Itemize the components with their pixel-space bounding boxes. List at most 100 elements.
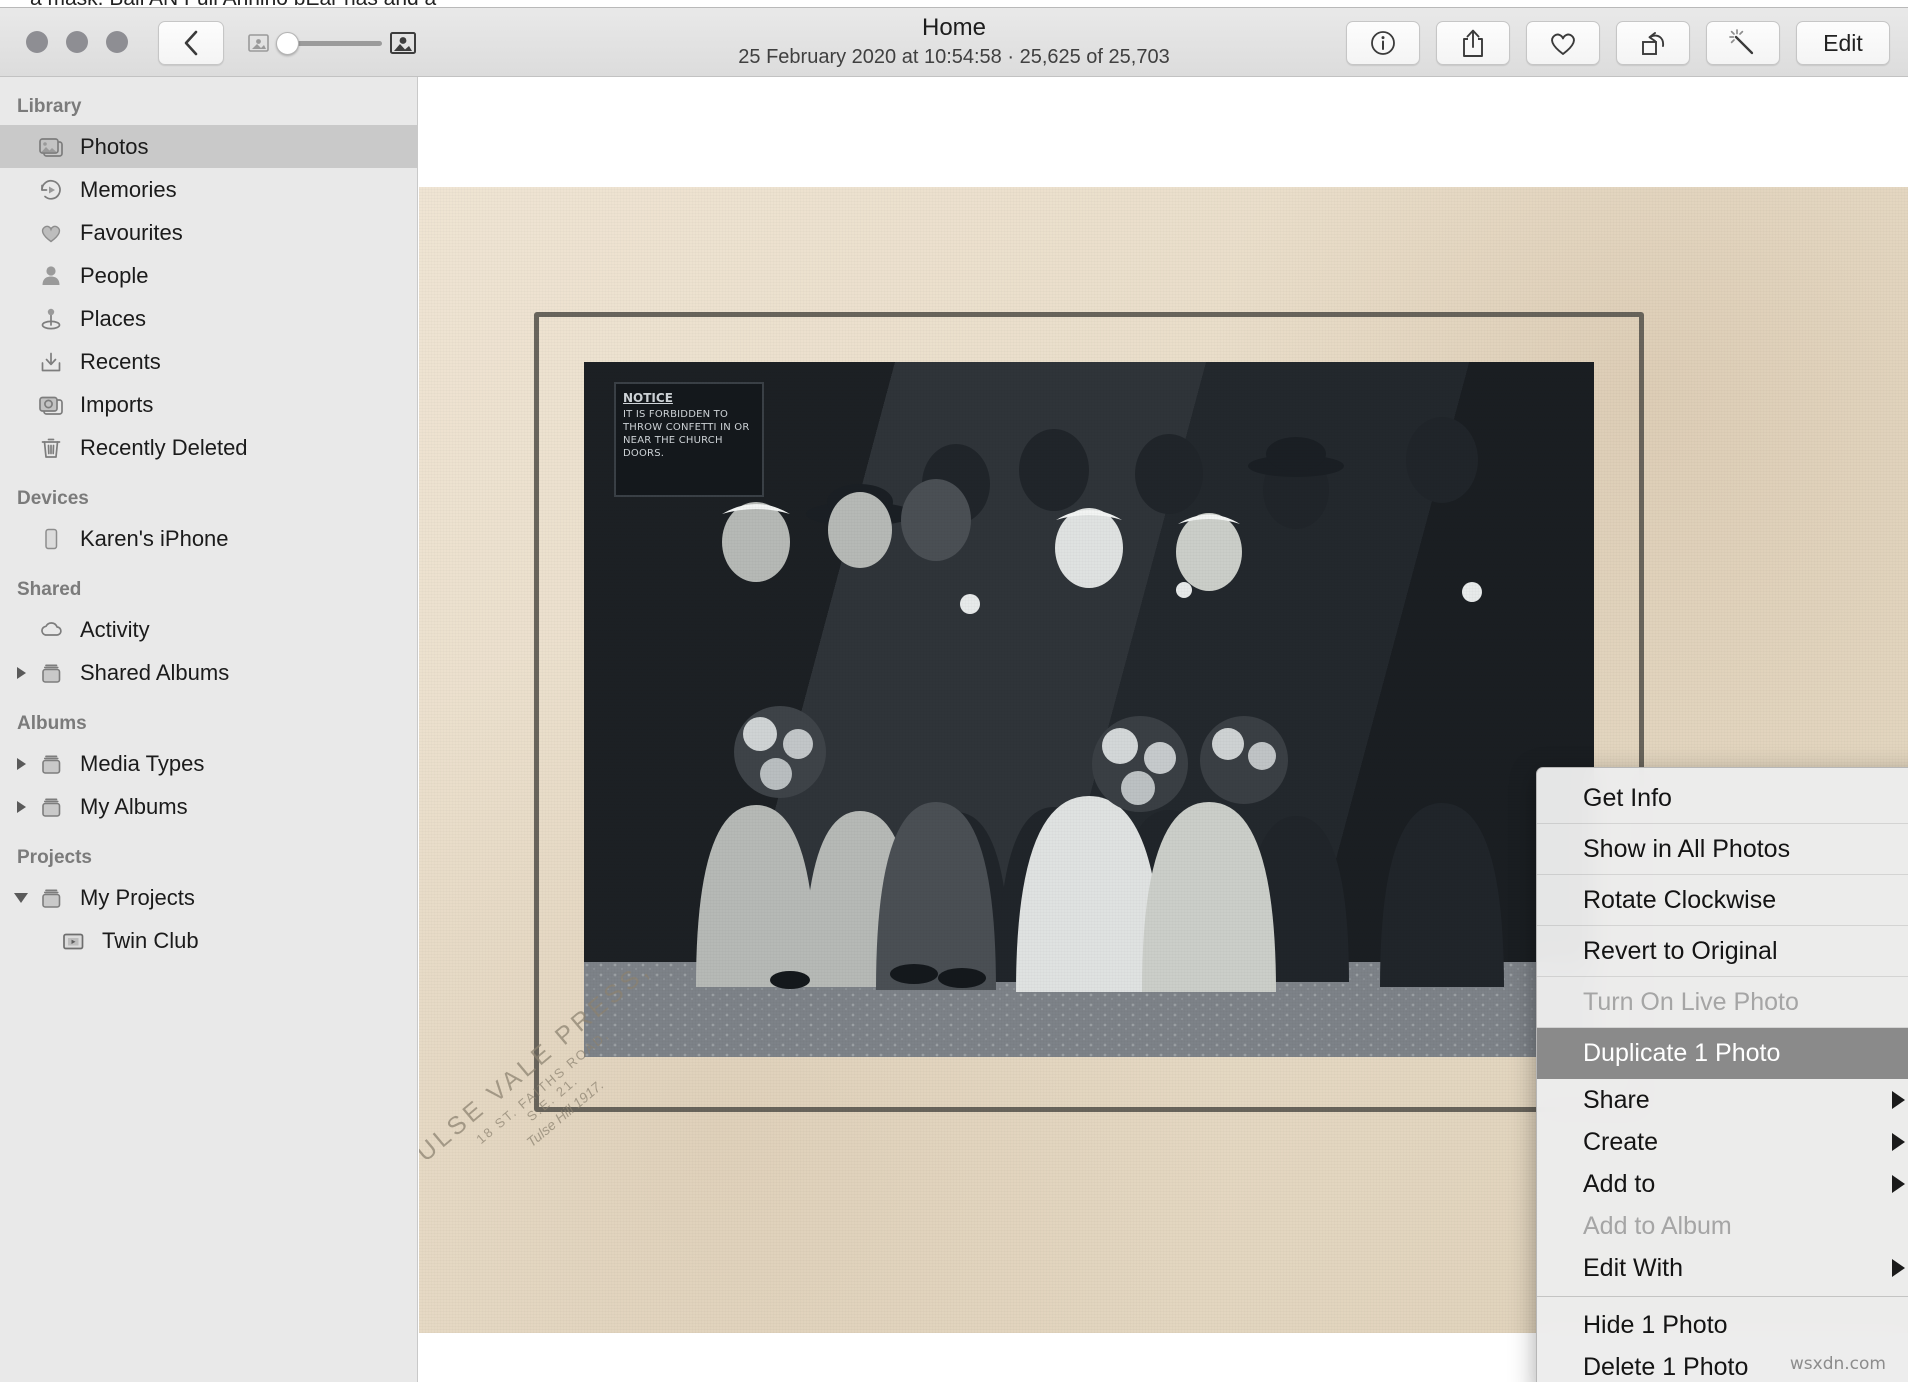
sidebar-item-label: Recents bbox=[80, 349, 161, 375]
slider-thumb[interactable] bbox=[276, 32, 299, 55]
menu-item-share[interactable]: Share bbox=[1537, 1079, 1908, 1121]
sidebar-item-shared-albums[interactable]: Shared Albums bbox=[0, 651, 417, 694]
sidebar-item-label: Photos bbox=[80, 134, 149, 160]
menu-divider bbox=[1537, 1296, 1908, 1297]
edit-button-label: Edit bbox=[1823, 30, 1863, 57]
album-icon bbox=[34, 792, 68, 822]
iphone-icon bbox=[34, 524, 68, 554]
menu-item-label: Revert to Original bbox=[1583, 937, 1778, 965]
submenu-arrow-icon bbox=[1892, 1133, 1905, 1151]
chevron-right-icon[interactable] bbox=[10, 801, 32, 813]
menu-item-create[interactable]: Create bbox=[1537, 1121, 1908, 1163]
share-button[interactable] bbox=[1436, 21, 1510, 65]
enhance-button[interactable] bbox=[1706, 21, 1780, 65]
info-button[interactable] bbox=[1346, 21, 1420, 65]
photos-icon bbox=[34, 132, 68, 162]
share-icon bbox=[1460, 28, 1486, 58]
sidebar-item-activity[interactable]: Activity bbox=[0, 608, 417, 651]
site-watermark: wsxdn.com bbox=[1790, 1354, 1886, 1374]
sidebar-item-twin-club[interactable]: Twin Club bbox=[0, 919, 417, 962]
chevron-down-icon[interactable] bbox=[10, 893, 32, 903]
menu-item-add-to[interactable]: Add to bbox=[1537, 1163, 1908, 1205]
sidebar-item-label: Imports bbox=[80, 392, 153, 418]
sidebar-item-label: People bbox=[80, 263, 149, 289]
menu-item-get-info[interactable]: Get Info bbox=[1537, 773, 1908, 824]
close-window-button[interactable] bbox=[26, 31, 48, 53]
album-icon bbox=[38, 751, 64, 777]
sidebar-item-my-albums[interactable]: My Albums bbox=[0, 785, 417, 828]
menu-item-add-to-album: Add to Album bbox=[1537, 1205, 1908, 1247]
cloud-icon bbox=[38, 617, 64, 643]
download-icon bbox=[34, 347, 68, 377]
menu-item-revert-to-original[interactable]: Revert to Original bbox=[1537, 926, 1908, 977]
photos-icon bbox=[38, 134, 64, 160]
wedding-party-figures bbox=[584, 362, 1594, 1057]
sidebar-item-media-types[interactable]: Media Types bbox=[0, 742, 417, 785]
person-icon bbox=[34, 261, 68, 291]
vintage-wedding-photograph: NOTICE IT IS FORBIDDEN TO THROW CONFETTI… bbox=[584, 362, 1594, 1057]
sidebar[interactable]: LibraryPhotosMemoriesFavouritesPeoplePla… bbox=[0, 77, 418, 1382]
sidebar-section-header: Albums bbox=[0, 706, 417, 742]
sidebar-item-people[interactable]: People bbox=[0, 254, 417, 297]
menu-item-label: Delete 1 Photo bbox=[1583, 1353, 1748, 1381]
rotate-button[interactable] bbox=[1616, 21, 1690, 65]
menu-item-hide-1-photo[interactable]: Hide 1 Photo bbox=[1537, 1304, 1908, 1346]
person-icon bbox=[38, 263, 64, 289]
sidebar-section-header: Projects bbox=[0, 840, 417, 876]
small-thumbnail-icon bbox=[248, 34, 269, 52]
thumbnail-size-slider[interactable] bbox=[248, 26, 416, 60]
large-thumbnail-icon bbox=[390, 31, 416, 55]
maximize-window-button[interactable] bbox=[106, 31, 128, 53]
submenu-arrow-icon bbox=[1892, 1259, 1905, 1277]
menu-item-label: Hide 1 Photo bbox=[1583, 1311, 1728, 1339]
pin-icon bbox=[38, 306, 64, 332]
menu-item-label: Get Info bbox=[1583, 784, 1672, 812]
menu-item-duplicate-1-photo[interactable]: Duplicate 1 Photo bbox=[1537, 1028, 1908, 1079]
sidebar-item-label: Favourites bbox=[80, 220, 183, 246]
sidebar-item-places[interactable]: Places bbox=[0, 297, 417, 340]
sidebar-item-label: Karen's iPhone bbox=[80, 526, 229, 552]
chevron-right-icon[interactable] bbox=[10, 667, 32, 679]
sidebar-item-label: Places bbox=[80, 306, 146, 332]
menu-item-rotate-clockwise[interactable]: Rotate Clockwise bbox=[1537, 875, 1908, 926]
menu-item-show-in-all-photos[interactable]: Show in All Photos bbox=[1537, 824, 1908, 875]
photo-viewer: NOTICE IT IS FORBIDDEN TO THROW CONFETTI… bbox=[419, 77, 1908, 1382]
sidebar-item-label: My Albums bbox=[80, 794, 188, 820]
menu-item-label: Share bbox=[1583, 1086, 1650, 1114]
sidebar-item-imports[interactable]: Imports bbox=[0, 383, 417, 426]
sidebar-item-my-projects[interactable]: My Projects bbox=[0, 876, 417, 919]
sidebar-item-label: My Projects bbox=[80, 885, 195, 911]
slideshow-icon bbox=[56, 926, 90, 956]
sidebar-item-recently-deleted[interactable]: Recently Deleted bbox=[0, 426, 417, 469]
trash-icon bbox=[34, 433, 68, 463]
pin-icon bbox=[34, 304, 68, 334]
sidebar-section-header: Shared bbox=[0, 572, 417, 608]
sidebar-item-karen-s-iphone[interactable]: Karen's iPhone bbox=[0, 517, 417, 560]
camera-icon bbox=[34, 390, 68, 420]
minimize-window-button[interactable] bbox=[66, 31, 88, 53]
context-menu[interactable]: Get Info Show in All Photos Rotate Clockwi… bbox=[1536, 767, 1908, 1382]
menu-item-label: Duplicate 1 Photo bbox=[1583, 1039, 1780, 1067]
favourite-button[interactable] bbox=[1526, 21, 1600, 65]
album-icon bbox=[34, 883, 68, 913]
menu-item-label: Turn On Live Photo bbox=[1583, 988, 1799, 1016]
menu-item-label: Show in All Photos bbox=[1583, 835, 1790, 863]
camera-icon bbox=[38, 392, 64, 418]
toolbar-right: Edit bbox=[1346, 21, 1890, 65]
heart-icon bbox=[38, 220, 64, 246]
sidebar-item-photos[interactable]: Photos bbox=[0, 125, 417, 168]
sidebar-item-recents[interactable]: Recents bbox=[0, 340, 417, 383]
iphone-icon bbox=[38, 526, 64, 552]
menu-item-edit-with[interactable]: Edit With bbox=[1537, 1247, 1908, 1289]
rotate-icon bbox=[1638, 29, 1668, 57]
sidebar-item-favourites[interactable]: Favourites bbox=[0, 211, 417, 254]
album-icon bbox=[38, 794, 64, 820]
album-icon bbox=[38, 885, 64, 911]
menu-item-turn-on-live-photo: Turn On Live Photo bbox=[1537, 977, 1908, 1028]
sidebar-item-memories[interactable]: Memories bbox=[0, 168, 417, 211]
chevron-right-icon[interactable] bbox=[10, 758, 32, 770]
album-icon bbox=[38, 660, 64, 686]
edit-button[interactable]: Edit bbox=[1796, 21, 1890, 65]
back-button[interactable] bbox=[158, 21, 224, 65]
menu-item-label: Add to Album bbox=[1583, 1212, 1732, 1240]
